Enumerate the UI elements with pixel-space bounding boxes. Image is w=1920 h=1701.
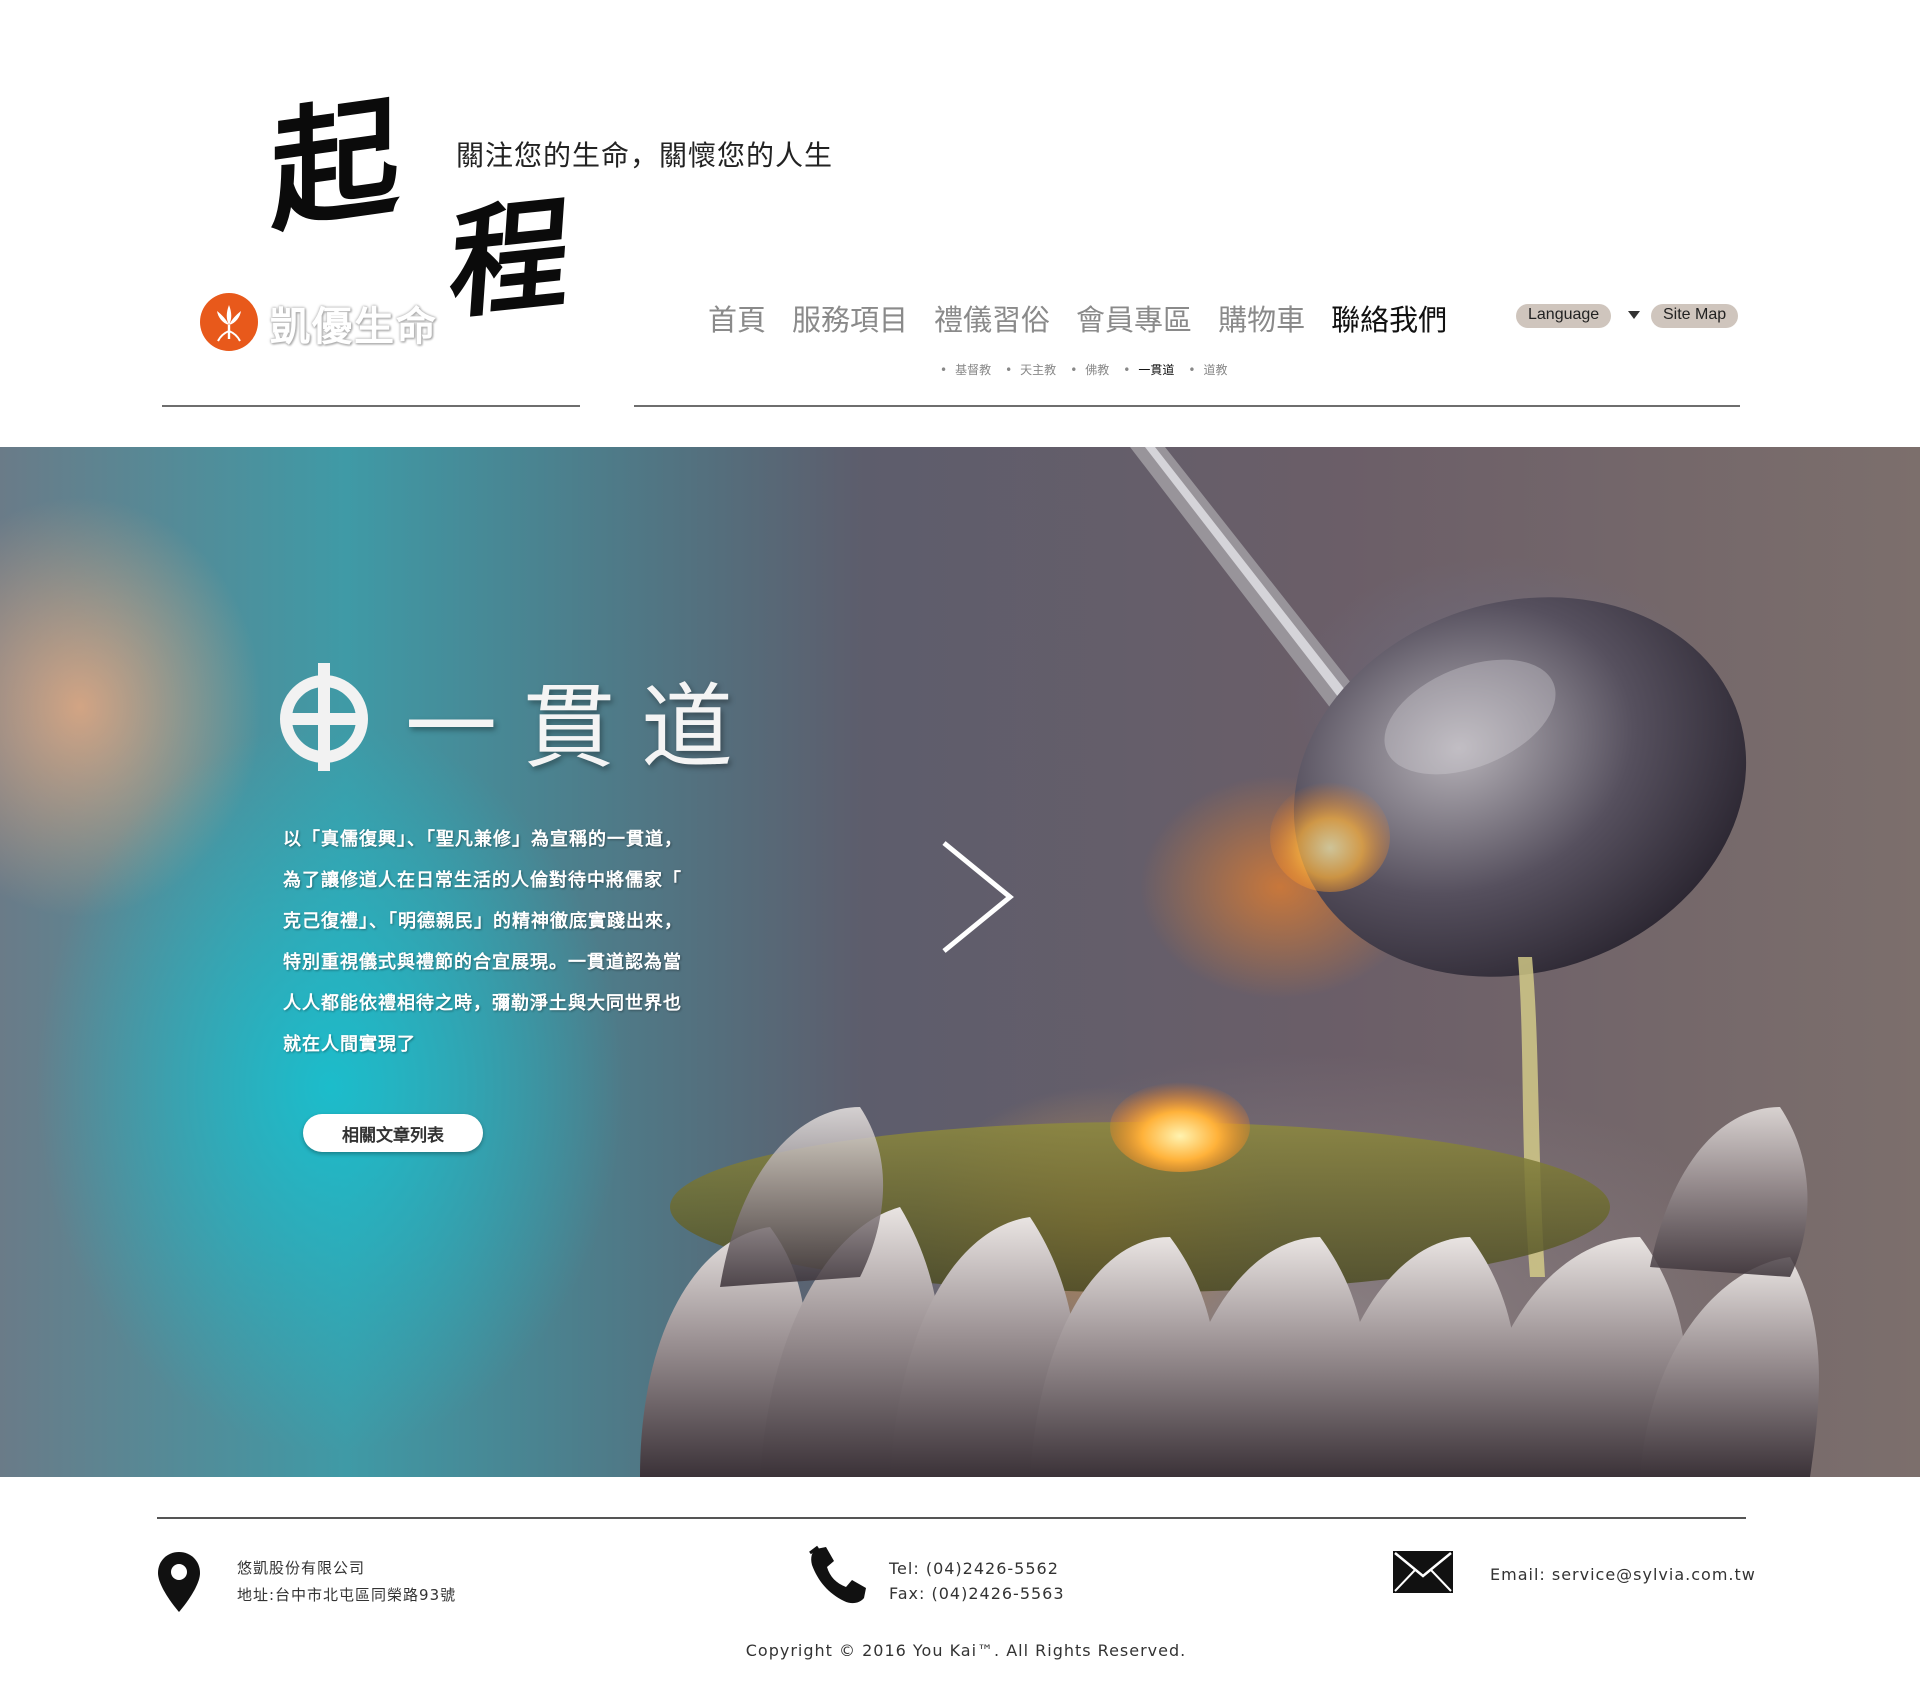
copyright-notice: Copyright © 2016 You Kai™. All Rights Re… [745, 1641, 1187, 1660]
nav-item-contact[interactable]: 聯絡我們 [1331, 297, 1447, 339]
hero-description-line: 就在人間實現了 [283, 1034, 416, 1055]
nav-item-home[interactable]: 首頁 [708, 297, 766, 339]
header-divider-left [162, 405, 580, 407]
phone-number[interactable]: Tel: (04)2426-5562 [889, 1556, 1065, 1581]
hero-description-line: 特別重視儀式與禮節的合宜展現。一貫道認為當 [283, 952, 682, 973]
hero-banner: 一貫道 以「真儒復興」、「聖凡兼修」為宣稱的一貫道， 為了讓修道人在日常生活的人… [0, 447, 1920, 1477]
hero-description-line: 為了讓修道人在日常生活的人倫對待中將儒家「 [283, 870, 682, 891]
language-button[interactable]: Language [1516, 304, 1612, 328]
calligraphy-char-2: 程 [445, 181, 575, 338]
calligraphy-char-1: 起 [270, 78, 400, 251]
fax-number: Fax: (04)2426-5563 [889, 1584, 1065, 1603]
subnav-taoism[interactable]: 道教 [1188, 361, 1227, 378]
subnav-buddhism[interactable]: 佛教 [1070, 361, 1109, 378]
nav-item-customs[interactable]: 禮儀習俗 [934, 297, 1050, 339]
nav-item-services[interactable]: 服務項目 [792, 297, 908, 339]
hero-description: 以「真儒復興」、「聖凡兼修」為宣稱的一貫道， 為了讓修道人在日常生活的人倫對待中… [283, 819, 753, 1065]
yiguandao-emblem-icon [280, 663, 368, 771]
hero-description-line: 以「真儒復興」、「聖凡兼修」為宣稱的一貫道， [283, 829, 683, 850]
site-tagline: 關注您的生命，關懷您的人生 [456, 139, 834, 172]
hero-title: 一貫道 [405, 674, 760, 781]
subnav-christianity[interactable]: 基督教 [940, 361, 991, 378]
religion-subnav: 基督教 天主教 佛教 一貫道 道教 [940, 361, 1241, 378]
chevron-right-icon[interactable] [938, 837, 1018, 957]
nav-item-cart[interactable]: 購物車 [1218, 297, 1305, 339]
caret-down-icon[interactable] [1628, 311, 1640, 319]
contact-email: Email: service@sylvia.com.tw [1490, 1565, 1756, 1584]
sitemap-button[interactable]: Site Map [1651, 304, 1739, 328]
email-link[interactable]: Email: service@sylvia.com.tw [1490, 1565, 1756, 1584]
company-info: 悠凱股份有限公司 地址:台中市北屯區同榮路93號 [237, 1555, 456, 1609]
phone-icon [809, 1545, 866, 1604]
main-navigation: 首頁 服務項目 禮儀習俗 會員專區 購物車 聯絡我們 [708, 297, 1473, 339]
subnav-catholicism[interactable]: 天主教 [1005, 361, 1056, 378]
company-address: 地址:台中市北屯區同榮路93號 [237, 1586, 457, 1604]
subnav-yiguandao[interactable]: 一貫道 [1123, 361, 1174, 378]
orchid-logo-icon[interactable] [200, 293, 258, 351]
brand-name[interactable]: 凱優生命 [270, 294, 438, 352]
related-articles-button[interactable]: 相關文章列表 [303, 1114, 483, 1152]
header-divider-right [634, 405, 1740, 407]
map-pin-icon [158, 1552, 200, 1612]
envelope-icon [1393, 1551, 1453, 1593]
hero-description-line: 克己復禮」、「明德親民」的精神徹底實踐出來， [283, 911, 683, 932]
company-name: 悠凱股份有限公司 [237, 1559, 366, 1577]
footer-divider [157, 1517, 1746, 1519]
nav-item-members[interactable]: 會員專區 [1076, 297, 1192, 339]
contact-phone: Tel: (04)2426-5562 Fax: (04)2426-5563 [889, 1556, 1065, 1606]
hero-description-line: 人人都能依禮相待之時，彌勒淨土與大同世界也 [283, 993, 682, 1014]
